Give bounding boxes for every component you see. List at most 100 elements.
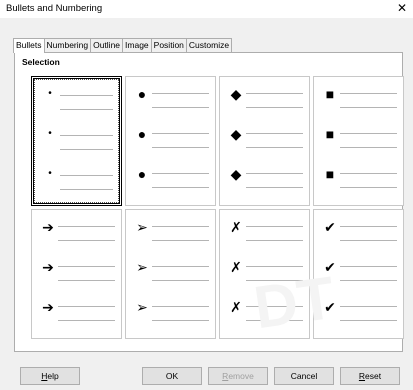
- preview-line: [246, 107, 303, 108]
- tab-image[interactable]: Image: [122, 38, 152, 52]
- help-button[interactable]: Help: [20, 367, 80, 385]
- preview-line: [60, 109, 113, 110]
- preview-line: [58, 280, 115, 281]
- square-icon: ■: [325, 86, 335, 102]
- diamond-icon: ◆: [230, 166, 242, 182]
- bullet-preview-row: ✔: [314, 256, 403, 284]
- x-mark-icon: ✗: [230, 259, 242, 275]
- preview-line: [340, 133, 397, 134]
- ok-button[interactable]: OK: [142, 367, 202, 385]
- preview-line: [340, 173, 397, 174]
- small-dot-icon: •: [48, 128, 52, 139]
- preview-line: [152, 93, 209, 94]
- square-icon: ■: [325, 126, 335, 142]
- tab-bar: Bullets Numbering Outline Image Position…: [13, 38, 233, 53]
- preview-line: [152, 280, 209, 281]
- check-mark-icon: ✔: [324, 219, 336, 235]
- bullet-preview-row: ✗: [220, 216, 309, 244]
- cancel-button[interactable]: Cancel: [274, 367, 334, 385]
- bullet-preview-row: ➔: [32, 296, 121, 324]
- preview-line: [340, 93, 397, 94]
- reset-button[interactable]: Reset: [340, 367, 400, 385]
- bullet-style-check-mark[interactable]: ✔ ✔ ✔: [313, 209, 404, 339]
- preview-line: [246, 187, 303, 188]
- bullet-preview-row: ◆: [220, 83, 309, 111]
- bullet-style-large-dot[interactable]: ● ● ●: [125, 76, 216, 206]
- arrow-icon: ➔: [42, 299, 54, 315]
- preview-line: [60, 135, 113, 136]
- preview-line: [246, 147, 303, 148]
- button-bar: Help OK Remove Cancel Reset: [0, 354, 413, 390]
- small-dot-icon: •: [48, 168, 52, 179]
- selection-label: Selection: [22, 57, 60, 67]
- bullet-preview-row: ✗: [220, 296, 309, 324]
- bullet-style-square[interactable]: ■ ■ ■: [313, 76, 404, 206]
- preview-line: [340, 306, 397, 307]
- preview-line: [340, 226, 397, 227]
- preview-line: [340, 187, 397, 188]
- bullet-preview-row: ◆: [220, 163, 309, 191]
- bullet-preview-row: ●: [126, 123, 215, 151]
- preview-line: [60, 175, 113, 176]
- tab-numbering[interactable]: Numbering: [43, 38, 92, 52]
- dialog-title: Bullets and Numbering: [6, 3, 103, 14]
- bullet-preview-row: ◆: [220, 123, 309, 151]
- bullet-preview-row: ■: [314, 163, 403, 191]
- preview-line: [246, 93, 303, 94]
- large-dot-icon: ●: [137, 86, 147, 102]
- preview-line: [152, 240, 209, 241]
- bullet-preview-row: ➢: [126, 216, 215, 244]
- diamond-icon: ◆: [230, 86, 242, 102]
- bullet-style-small-dot[interactable]: • • •: [31, 76, 122, 206]
- bullet-style-grid: • • • ● ● ● ◆ ◆ ◆ ■ ■ ■ ➔ ➔ ➔ ➢ ➢ ➢ ✗ ✗ ✗ ✔ ✔ ✔: [31, 76, 406, 342]
- tab-customize[interactable]: Customize: [185, 38, 233, 52]
- remove-button[interactable]: Remove: [208, 367, 268, 385]
- preview-line: [58, 320, 115, 321]
- preview-line: [246, 240, 303, 241]
- bullet-preview-row: •: [34, 165, 119, 193]
- bullet-preview-row: ●: [126, 83, 215, 111]
- small-dot-icon: •: [48, 88, 52, 99]
- preview-line: [152, 173, 209, 174]
- preview-line: [340, 280, 397, 281]
- preview-line: [152, 320, 209, 321]
- preview-line: [60, 189, 113, 190]
- bullet-preview-row: •: [34, 125, 119, 153]
- x-mark-icon: ✗: [230, 219, 242, 235]
- bullet-preview-row: ✔: [314, 296, 403, 324]
- bullet-preview-row: ●: [126, 163, 215, 191]
- preview-line: [58, 240, 115, 241]
- preview-line: [152, 226, 209, 227]
- tab-bullets[interactable]: Bullets: [13, 38, 45, 53]
- preview-line: [246, 226, 303, 227]
- tab-outline[interactable]: Outline: [90, 38, 124, 52]
- square-icon: ■: [325, 166, 335, 182]
- preview-line: [246, 266, 303, 267]
- arrow-icon: ➔: [42, 259, 54, 275]
- preview-line: [58, 306, 115, 307]
- bullet-style-outline-arrow[interactable]: ➢ ➢ ➢: [125, 209, 216, 339]
- large-dot-icon: ●: [137, 126, 147, 142]
- preview-line: [340, 107, 397, 108]
- bullet-preview-row: ✔: [314, 216, 403, 244]
- close-icon[interactable]: ✕: [397, 1, 407, 15]
- preview-line: [60, 149, 113, 150]
- bullet-style-x-mark[interactable]: ✗ ✗ ✗: [219, 209, 310, 339]
- bullet-preview-row: ➢: [126, 296, 215, 324]
- tab-position[interactable]: Position: [150, 38, 187, 52]
- preview-line: [152, 306, 209, 307]
- check-mark-icon: ✔: [324, 299, 336, 315]
- arrow-icon: ➔: [42, 219, 54, 235]
- check-mark-icon: ✔: [324, 259, 336, 275]
- outline-arrow-icon: ➢: [136, 299, 148, 315]
- bullet-preview-row: •: [34, 85, 119, 113]
- bullet-style-diamond[interactable]: ◆ ◆ ◆: [219, 76, 310, 206]
- preview-line: [246, 280, 303, 281]
- preview-line: [340, 266, 397, 267]
- preview-line: [246, 133, 303, 134]
- x-mark-icon: ✗: [230, 299, 242, 315]
- preview-line: [58, 226, 115, 227]
- bullet-preview-row: ✗: [220, 256, 309, 284]
- preview-line: [340, 320, 397, 321]
- bullet-style-arrow[interactable]: ➔ ➔ ➔: [31, 209, 122, 339]
